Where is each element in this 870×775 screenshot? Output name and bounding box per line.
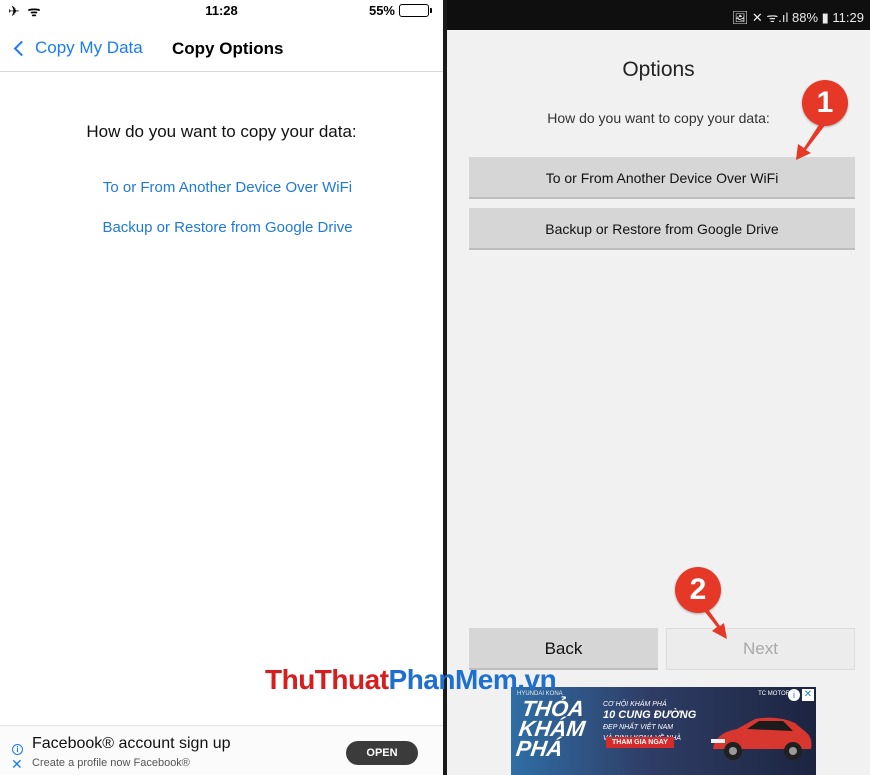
ad-close-icon-2[interactable]: ✕	[802, 689, 814, 701]
ios-nav-bar: Copy My Data Copy Options	[0, 22, 443, 72]
android-wifi-button[interactable]: To or From Another Device Over WiFi	[469, 157, 855, 199]
android-title: Options	[622, 58, 695, 81]
ad-thoa-kham-pha: THỎA KHÁM PHÁ	[514, 696, 587, 761]
ad-info-icon-2[interactable]: i	[788, 689, 800, 701]
page-title: Copy Options	[172, 39, 284, 58]
car-image	[711, 717, 812, 760]
android-status-icons: 🖼 ✕ ᯤ.ıl 88% ▮ 11:29	[731, 10, 864, 25]
ad-open-button[interactable]: OPEN	[346, 741, 418, 765]
ios-battery-percent: 55%	[368, 3, 395, 18]
arrow-2-icon	[701, 605, 727, 639]
ad-info-icon[interactable]: i	[12, 744, 23, 755]
ad-cta[interactable]: THAM GIA NGAY	[606, 737, 674, 748]
ios-option-drive-link[interactable]: Backup or Restore from Google Drive	[0, 219, 455, 236]
android-drive-button[interactable]: Backup or Restore from Google Drive	[469, 208, 855, 250]
ios-status-bar: ✈ ᯤ 11:28 55%	[0, 0, 443, 20]
ad-maker: TC MOTOR	[758, 691, 790, 697]
android-ad-banner[interactable]: HYUNDAI KONA THỎA KHÁM PHÁ CƠ HỘI KHÁM P…	[511, 687, 816, 775]
ad-close-icon[interactable]: ✕	[11, 757, 23, 771]
ad-subtitle: Create a profile now Facebook®	[32, 757, 190, 769]
ios-ad-banner[interactable]: i ✕ Facebook® account sign up Create a p…	[0, 725, 443, 775]
ios-screen: ✈ ᯤ 11:28 55% Copy My Data Copy Options …	[0, 0, 443, 775]
ad-title: Facebook® account sign up	[32, 735, 231, 752]
battery-icon	[399, 4, 432, 17]
arrow-1-icon	[796, 120, 826, 160]
chevron-left-icon	[13, 40, 30, 56]
android-status-bar: 🖼 ✕ ᯤ.ıl 88% ▮ 11:29	[447, 0, 870, 30]
watermark-logo: ThuThuatPhanMem.vn	[265, 664, 557, 695]
ios-back-label: Copy My Data	[35, 38, 143, 57]
ios-option-wifi-link[interactable]: To or From Another Device Over WiFi	[0, 179, 455, 196]
ios-back-button[interactable]: Copy My Data	[10, 38, 143, 58]
ios-question-text: How do you want to copy your data:	[86, 122, 357, 141]
next-button[interactable]: Next	[666, 628, 855, 670]
